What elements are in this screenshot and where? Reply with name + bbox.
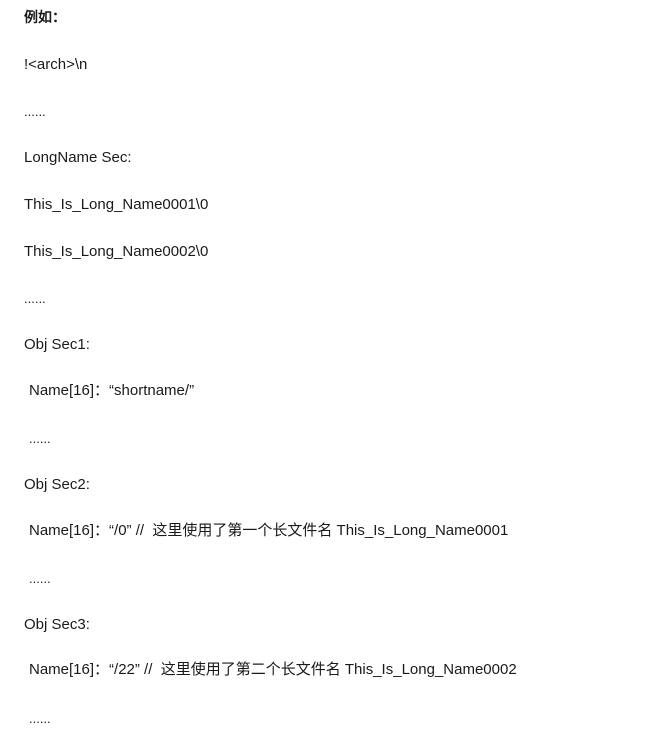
example-heading: 例如： <box>24 10 66 26</box>
ellipsis-line: ...... <box>24 291 46 306</box>
obj-section-3-label: Obj Sec3: <box>24 616 90 633</box>
longname-entry-2: This_Is_Long_Name0002\0 <box>24 243 209 260</box>
obj-section-1-label: Obj Sec1: <box>24 336 90 353</box>
obj-section-1-name: Name[16]：“shortname/” <box>29 382 195 399</box>
ellipsis-line: ...... <box>29 431 51 446</box>
obj-section-3-name: Name[16]：“/22” // 这里使用了第二个长文件名 This_Is_L… <box>29 661 517 678</box>
ellipsis-line: ...... <box>29 711 51 726</box>
longname-entry-1: This_Is_Long_Name0001\0 <box>24 196 209 213</box>
document-body: 例如： !<arch>\n ...... LongName Sec: This_… <box>0 0 669 747</box>
archive-magic-line: !<arch>\n <box>24 56 88 73</box>
obj-section-2-name: Name[16]：“/0” // 这里使用了第一个长文件名 This_Is_Lo… <box>29 522 509 539</box>
obj-section-2-label: Obj Sec2: <box>24 476 90 493</box>
longname-section-label: LongName Sec: <box>24 149 132 166</box>
ellipsis-line: ...... <box>24 104 46 119</box>
ellipsis-line: ...... <box>29 571 51 586</box>
